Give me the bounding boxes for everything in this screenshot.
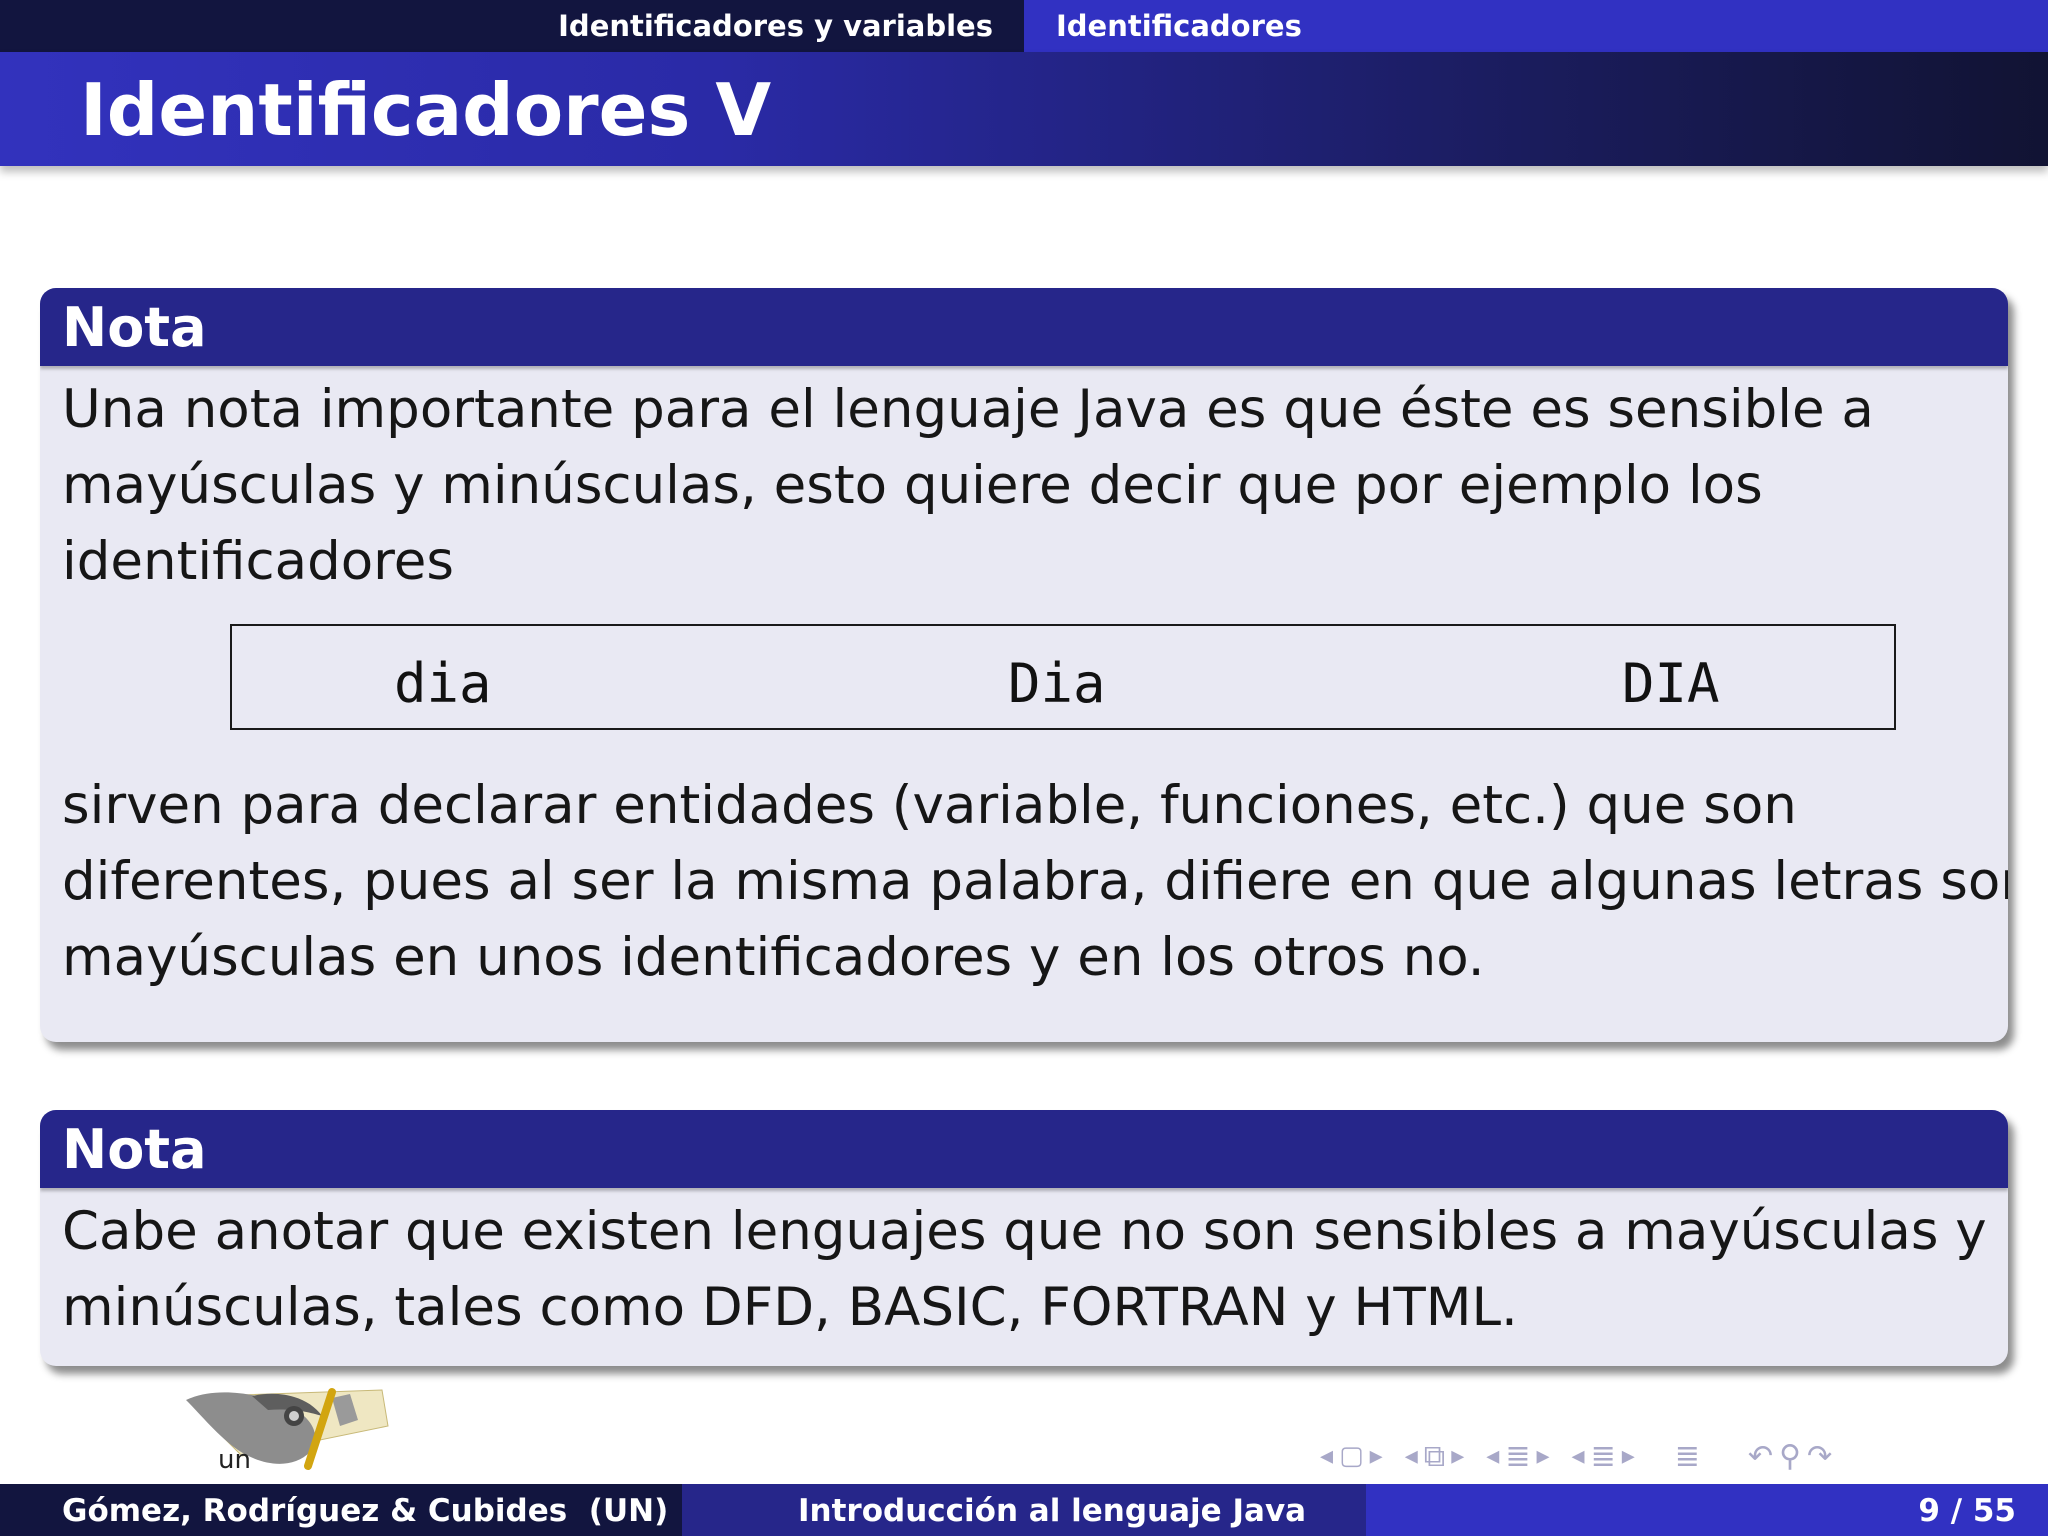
note-2-line-2: minúsculas, tales como DFD, BASIC, FORTR… <box>62 1277 1518 1338</box>
nav-search-icon[interactable]: ⚲ <box>1779 1439 1801 1474</box>
nav-prev-frame-icon[interactable]: ◂ <box>1320 1441 1333 1471</box>
note-1-line-5: diferentes, pues al ser la misma palabra… <box>62 851 2008 912</box>
footer-title-area: Introducción al lenguaje Java <box>682 1484 1366 1536</box>
note-block-2-title: Nota <box>62 1118 207 1181</box>
nav-subsection-link[interactable]: Identificadores <box>1056 9 1302 43</box>
nav-appendix-icon[interactable]: ≣ <box>1675 1439 1700 1474</box>
nav-section-link[interactable]: Identificadores y variables <box>558 9 993 43</box>
footer-authors-area: Gómez, Rodríguez & Cubides (UN) <box>0 1484 682 1536</box>
navigation-symbols: ◂ ▢ ▸ ◂ ⧉ ▸ ◂ ≣ ▸ ◂ ≣ ▸ ≣ ↶ ⚲ ↷ <box>1320 1436 1832 1476</box>
note-block-2-body: Cabe anotar que existen lenguajes que no… <box>40 1188 2008 1346</box>
footer: Gómez, Rodríguez & Cubides (UN) Introduc… <box>0 1484 2048 1536</box>
nav-subsection-icon[interactable]: ⧉ <box>1424 1439 1445 1474</box>
note-1-line-2: mayúsculas y minúsculas, esto quiere dec… <box>62 455 1763 516</box>
nav-section-icon[interactable]: ≣ <box>1505 1439 1530 1474</box>
note-1-line-6: mayúsculas en unos identificadores y en … <box>62 927 1485 988</box>
note-block-1-header: Nota <box>40 288 2008 366</box>
nav-prev-document-icon[interactable]: ◂ <box>1572 1441 1585 1471</box>
identifier-uppercase: DIA <box>1622 652 1720 715</box>
header-navigation: Identificadores y variables Identificado… <box>0 0 2048 52</box>
identifier-lowercase: dia <box>394 652 492 715</box>
note-2-line-1: Cabe anotar que existen lenguajes que no… <box>62 1201 1987 1262</box>
nav-forward-icon[interactable]: ↷ <box>1807 1439 1832 1474</box>
footer-title: Introducción al lenguaje Java <box>798 1493 1307 1529</box>
nav-prev-section-icon[interactable]: ◂ <box>1486 1441 1499 1471</box>
identifier-examples-box: dia Dia DIA <box>230 624 1896 730</box>
note-1-line-3: identificadores <box>62 531 454 592</box>
nav-back-icon[interactable]: ↶ <box>1748 1439 1773 1474</box>
nav-frame-icon[interactable]: ▢ <box>1339 1441 1364 1471</box>
university-logo-icon: un <box>186 1388 389 1475</box>
nav-section-area: Identificadores y variables <box>0 0 1024 52</box>
frame-title: Identificadores V <box>80 68 772 152</box>
note-1-line-4: sirven para declarar entidades (variable… <box>62 775 1797 836</box>
nav-subsection-area: Identificadores <box>1024 0 2048 52</box>
note-1-line-1: Una nota importante para el lenguaje Jav… <box>62 379 1874 440</box>
frame-title-bar: Identificadores V <box>0 52 2048 166</box>
nav-next-document-icon[interactable]: ▸ <box>1622 1441 1635 1471</box>
nav-next-section-icon[interactable]: ▸ <box>1536 1441 1549 1471</box>
footer-authors: Gómez, Rodríguez & Cubides (UN) <box>62 1493 669 1529</box>
nav-document-icon[interactable]: ≣ <box>1591 1439 1616 1474</box>
note-block-1-title: Nota <box>62 296 207 359</box>
logo-text: un <box>218 1445 251 1475</box>
note-block-1: Nota Una nota importante para el lenguaj… <box>40 288 2008 1042</box>
identifier-capitalized: Dia <box>1008 652 1106 715</box>
nav-prev-subsection-icon[interactable]: ◂ <box>1405 1441 1418 1471</box>
page-number: 9 / 55 <box>1918 1493 2016 1529</box>
nav-next-subsection-icon[interactable]: ▸ <box>1451 1441 1464 1471</box>
note-block-2-header: Nota <box>40 1110 2008 1188</box>
nav-next-frame-icon[interactable]: ▸ <box>1370 1441 1383 1471</box>
footer-page-area: 9 / 55 <box>1366 1484 2048 1536</box>
note-block-2: Nota Cabe anotar que existen lenguajes q… <box>40 1110 2008 1366</box>
note-block-1-body: Una nota importante para el lenguaje Jav… <box>40 366 2008 996</box>
